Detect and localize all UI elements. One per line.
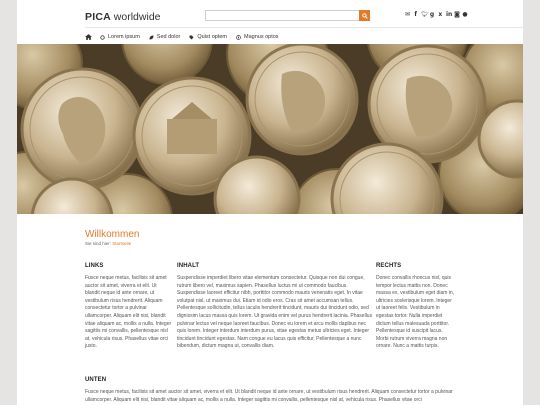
column-heading: INHALT [177,263,200,269]
linkedin-icon[interactable]: in [446,12,452,18]
hero-image [17,44,523,214]
page-title: Willkommen [85,229,140,240]
column-main: INHALT Suspendisse imperdiet libero vita… [177,263,374,351]
breadcrumb-prefix: Sie sind hier: [85,241,113,246]
social-links: ✉ f 🐦︎ g x in ◙ ● [405,12,468,18]
search-button[interactable] [359,10,370,21]
mail-icon[interactable]: ✉ [405,12,410,18]
page-container: PICA worldwide ✉ f 🐦︎ g x in ◙ ● Lorem i… [17,0,523,405]
nav-item-sed-dolor[interactable]: Sed dolor [149,34,181,40]
nav-item-lorem-ipsum[interactable]: Lorem ipsum [100,34,140,40]
nav-home[interactable] [85,34,92,40]
breadcrumb: Sie sind hier: Startseite [85,241,131,246]
nav-item-label: Quist optem [197,34,227,40]
logo-bold-text: PICA [85,11,111,23]
search-box [205,10,370,28]
breadcrumb-link-home[interactable]: Startseite [112,241,131,246]
twitter-icon[interactable]: 🐦︎ [421,12,429,18]
nav-item-magnus-optos[interactable]: Magnus optos [236,34,279,40]
column-heading: LINKS [85,263,104,269]
home-icon [85,34,92,40]
leaf-icon [149,35,154,39]
xing-icon[interactable]: x [438,12,443,18]
nav-item-label: Magnus optos [244,34,279,40]
nav-item-label: Lorem ipsum [108,34,140,40]
header-divider [85,27,523,28]
instagram-icon[interactable]: ◙ [454,12,460,18]
coins-illustration [17,44,523,214]
logo-light-text: worldwide [110,11,161,23]
googleplus-icon[interactable]: g [430,12,435,18]
column-bottom: UNTEN Fusce neque metus, facilisis sit a… [85,377,455,404]
column-right: RECHTS Donec convallis rhoncus nisl, qui… [376,263,456,351]
column-text: Suspendisse imperdiet libero vitae eleme… [177,275,373,350]
column-heading: UNTEN [85,377,107,383]
search-icon [361,12,368,19]
flickr-icon[interactable]: ● [462,12,467,18]
column-heading: RECHTS [376,263,402,269]
nav-item-quist-optem[interactable]: Quist optem [189,34,227,40]
site-logo[interactable]: PICA worldwide [85,11,161,23]
nav-item-label: Sed dolor [156,34,181,40]
ring-icon [100,34,105,40]
tag-icon [189,35,194,39]
main-nav: Lorem ipsum Sed dolor Quist optem Magnus… [85,32,288,42]
column-text: Fusce neque metus, facilisis sit amet au… [85,275,172,350]
column-text: Fusce neque metus, facilisis sit amet au… [85,389,453,403]
compass-icon [236,34,241,40]
column-text: Donec convallis rhoncus nisl, quis tempo… [376,275,455,350]
column-links: LINKS Fusce neque metus, facilisis sit a… [85,263,172,351]
facebook-icon[interactable]: f [413,12,418,18]
